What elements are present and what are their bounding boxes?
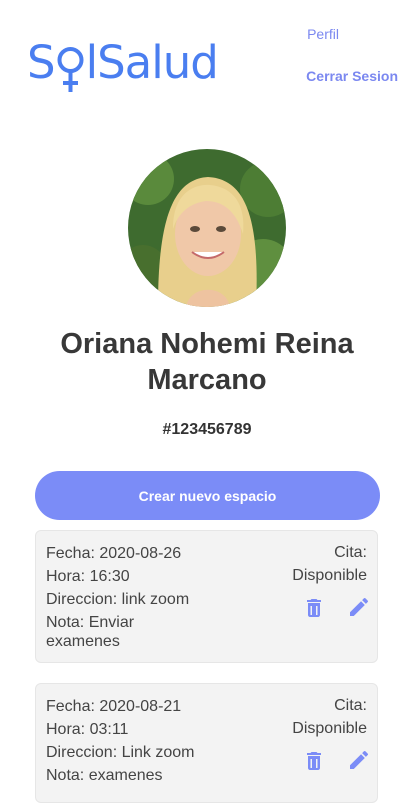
appointment-address: Direccion: link zoom — [46, 591, 190, 608]
appointment-time: Hora: 03:11 — [46, 721, 129, 738]
appointment-date: Fecha: 2020-08-26 — [46, 545, 182, 562]
logo-letter-s: S — [27, 36, 56, 89]
avatar — [128, 149, 286, 307]
logo-text-rest: lSalud — [85, 36, 219, 89]
user-id: #123456789 — [162, 421, 252, 438]
trash-icon[interactable] — [302, 749, 326, 773]
solsalud-logo[interactable]: S lSalud — [27, 36, 219, 94]
pencil-icon[interactable] — [347, 748, 371, 772]
appointment-card: Fecha: 2020-08-21 Hora: 03:11 Direccion:… — [35, 683, 378, 803]
appointment-card: Fecha: 2020-08-26 Hora: 16:30 Direccion:… — [35, 530, 378, 663]
nav-logout-link[interactable]: Cerrar Sesion — [306, 68, 398, 84]
appointment-note-cont: examenes — [46, 633, 120, 650]
appointment-status-title: Cita: — [334, 697, 367, 714]
nav-profile-link[interactable]: Perfil — [307, 26, 339, 42]
header: S lSalud Perfil Cerrar Sesion — [0, 0, 414, 110]
pencil-icon[interactable] — [347, 595, 371, 619]
trash-icon[interactable] — [302, 596, 326, 620]
appointment-note: Nota: examenes — [46, 767, 163, 784]
user-name: Oriana Nohemi Reina Marcano — [60, 328, 354, 396]
appointment-address: Direccion: Link zoom — [46, 744, 195, 761]
venus-symbol-icon — [56, 38, 85, 92]
appointment-time: Hora: 16:30 — [46, 568, 130, 585]
appointment-status-title: Cita: — [334, 544, 367, 561]
appointment-date: Fecha: 2020-08-21 — [46, 698, 182, 715]
appointment-note: Nota: Enviar — [46, 614, 135, 631]
create-space-button[interactable]: Crear nuevo espacio — [35, 471, 380, 520]
appointment-status-value: Disponible — [292, 567, 367, 584]
appointment-status-value: Disponible — [292, 720, 367, 737]
